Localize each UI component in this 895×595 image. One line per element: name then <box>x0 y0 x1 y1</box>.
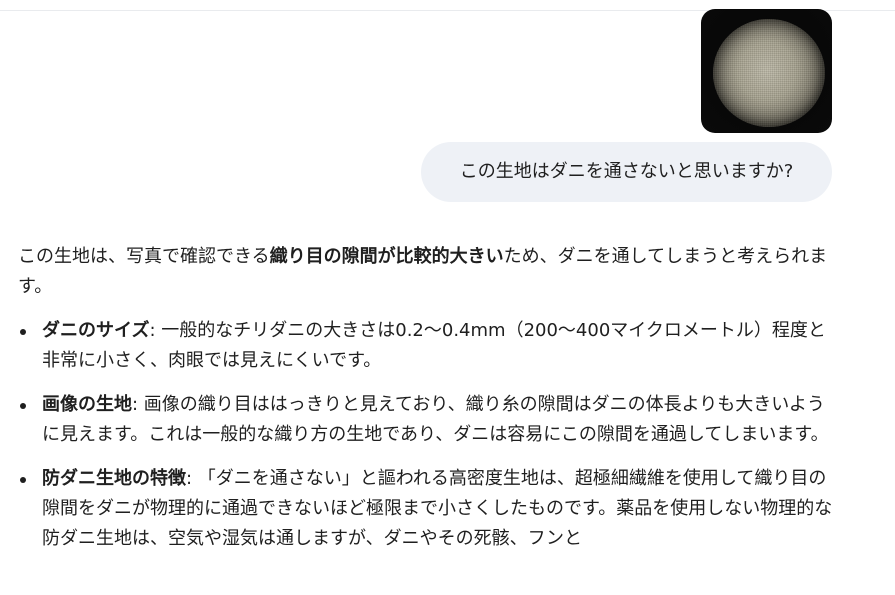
list-item: 画像の生地: 画像の織り目ははっきりと見えており、織り糸の隙間はダニの体長よりも… <box>18 390 834 450</box>
bullet-title: ダニのサイズ <box>42 320 150 341</box>
bullet-dot <box>20 403 26 409</box>
chat-thread: この生地はダニを通さないと思いますか? この生地は、写真で確認できる織り目の隙間… <box>0 0 895 595</box>
bullet-title: 防ダニ生地の特徴 <box>42 468 186 489</box>
assistant-response: この生地は、写真で確認できる織り目の隙間が比較的大きいため、ダニを通してしまうと… <box>18 242 840 568</box>
assistant-bullet-list: ダニのサイズ: 一般的なチリダニの大きさは0.2〜0.4mm（200〜400マイ… <box>18 316 840 554</box>
list-item: ダニのサイズ: 一般的なチリダニの大きさは0.2〜0.4mm（200〜400マイ… <box>18 316 834 376</box>
user-attached-image[interactable] <box>701 9 832 133</box>
user-message-bubble: この生地はダニを通さないと思いますか? <box>421 142 832 202</box>
bottom-fade <box>0 578 895 595</box>
bullet-title: 画像の生地 <box>42 394 132 415</box>
list-item: 防ダニ生地の特徴: 「ダニを通さない」と謳われる高密度生地は、超極細繊維を使用し… <box>18 464 834 554</box>
bullet-dot <box>20 477 26 483</box>
bullet-dot <box>20 329 26 335</box>
bullet-text: : 一般的なチリダニの大きさは0.2〜0.4mm（200〜400マイクロメートル… <box>42 320 826 371</box>
intro-text-1: この生地は、写真で確認できる <box>18 246 270 267</box>
assistant-intro: この生地は、写真で確認できる織り目の隙間が比較的大きいため、ダニを通してしまうと… <box>18 242 830 302</box>
intro-bold: 織り目の隙間が比較的大きい <box>269 246 504 267</box>
fabric-photo-lens <box>713 19 825 127</box>
bullet-text: : 画像の織り目ははっきりと見えており、織り糸の隙間はダニの体長よりも大きいよう… <box>42 394 829 445</box>
